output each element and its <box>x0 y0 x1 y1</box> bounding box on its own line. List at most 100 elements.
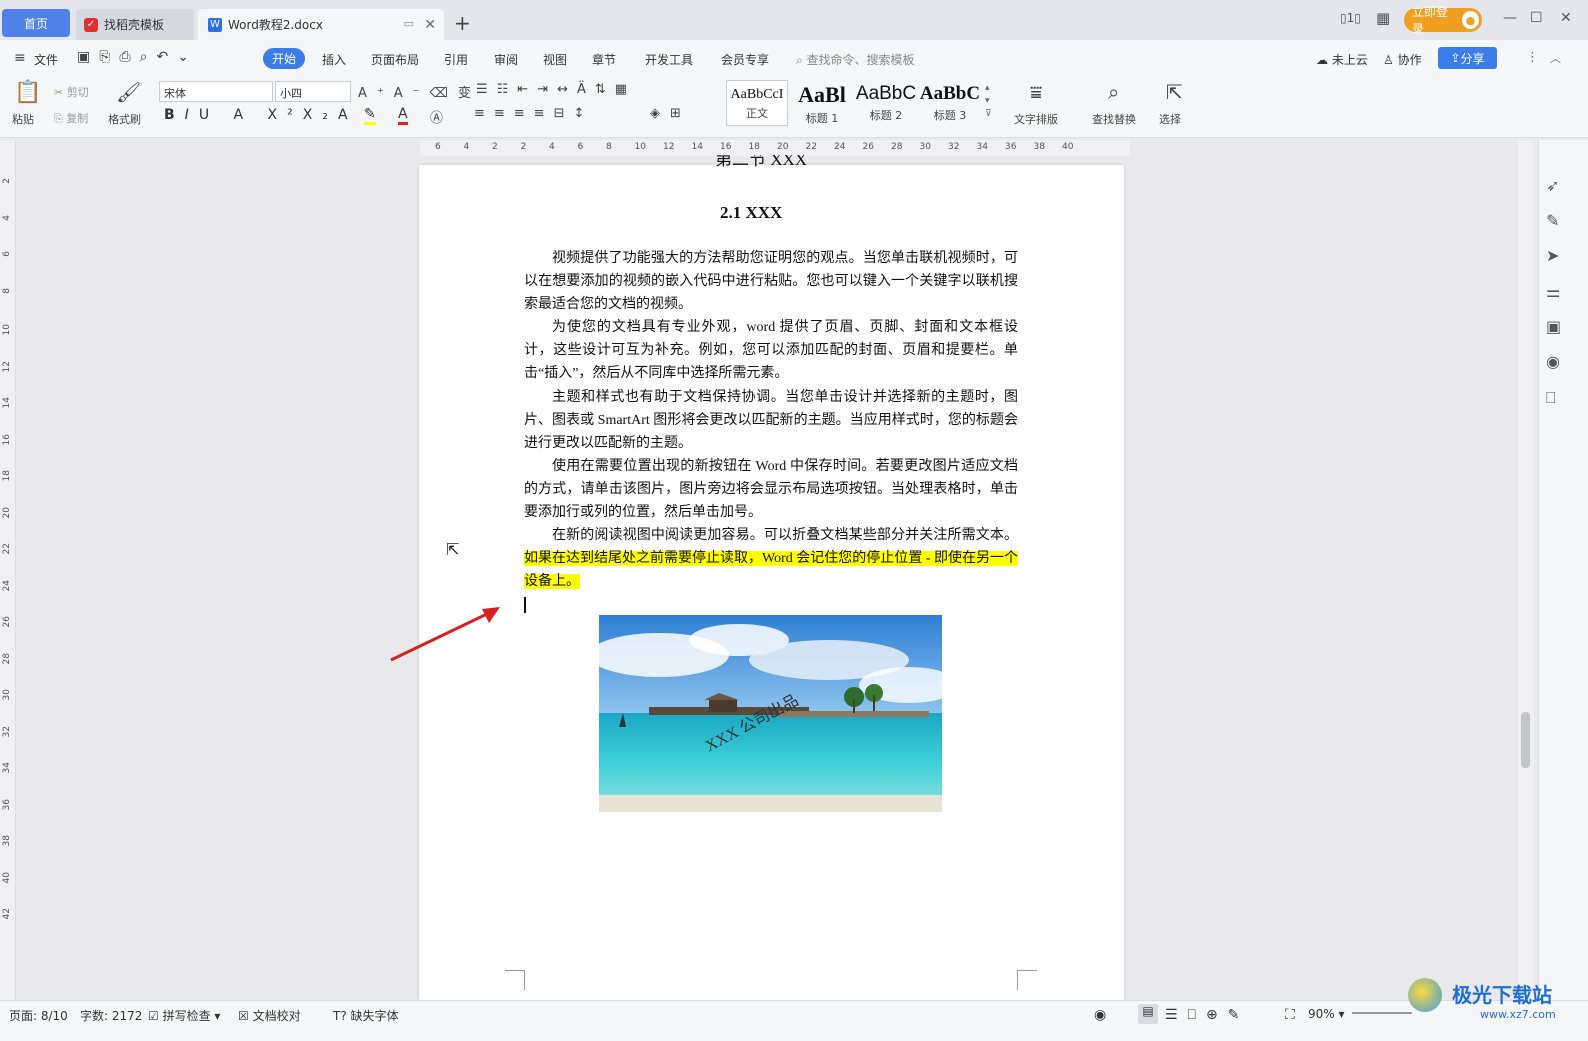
paragraph-2[interactable]: 为使您的文档具有专业外观，word 提供了页眉、页脚、封面和文本框设计，这些设计… <box>524 316 1018 385</box>
menu-review[interactable]: 审阅 <box>494 51 518 68</box>
login-button[interactable]: 立即登录 ● <box>1404 5 1482 36</box>
paragraph-1[interactable]: 视频提供了功能强大的方法帮助您证明您的观点。当您单击联机视频时，可以在想要添加的… <box>524 247 1018 316</box>
zoom-slider[interactable] <box>1352 1012 1412 1014</box>
highlight-color-icon[interactable]: ✎ <box>364 106 376 125</box>
paragraph-3[interactable]: 主题和样式也有助于文档保持协调。当您单击设计并选择新的主题时，图片、图表或 Sm… <box>524 386 1018 455</box>
minimize-icon[interactable]: — <box>1503 10 1517 26</box>
zoom-select[interactable]: 90% ▾ <box>1308 1007 1345 1021</box>
style-normal[interactable]: AaBbCcI 正文 <box>726 80 788 126</box>
new-tab-button[interactable]: + <box>454 11 471 35</box>
paragraph-4[interactable]: 使用在需要位置出现的新按钮在 Word 中保存时间。若要更改图片适应文档的方式，… <box>524 455 1018 524</box>
find-replace-label[interactable]: 查找替换 <box>1092 111 1136 127</box>
format-painter-label[interactable]: 格式刷 <box>108 111 141 127</box>
style-normal-name: 正文 <box>746 107 768 120</box>
sliders-icon[interactable]: ⚌ <box>1546 282 1560 301</box>
cursor-icon[interactable]: ➤ <box>1546 246 1559 265</box>
vertical-ruler-tick: 10 <box>2 324 12 336</box>
copy-button[interactable]: ⎘ 复制 <box>54 110 88 126</box>
shading-border-icons[interactable]: ◈⊞ <box>650 106 691 121</box>
spell-check-button[interactable]: ☑ 拼写检查 ▾ <box>148 1007 220 1024</box>
pen-icon[interactable]: ✎ <box>1546 211 1559 230</box>
menu-view[interactable]: 视图 <box>543 51 567 68</box>
alignment-icons[interactable]: ≡≡≡≡⊟↕ <box>474 106 593 121</box>
select-label[interactable]: 选择 <box>1159 111 1181 127</box>
menu-start[interactable]: 开始 <box>263 48 305 69</box>
chapter-heading-partial: 第二节 XXX <box>715 155 808 169</box>
horizontal-ruler[interactable] <box>420 140 1130 156</box>
paragraph-5[interactable]: 在新的阅读视图中阅读更加容易。可以折叠文档某些部分并关注所需文本。如果在达到结尾… <box>524 524 1018 593</box>
menu-references[interactable]: 引用 <box>444 51 468 68</box>
image-tools-icon[interactable]: ▣ <box>1546 317 1561 336</box>
scrollbar-thumb[interactable] <box>1521 712 1530 768</box>
font-size-select[interactable]: 小四 <box>275 81 351 102</box>
style-heading-2[interactable]: AaBbC 标题 2 <box>855 80 917 126</box>
compass-icon[interactable]: ◉ <box>1546 352 1560 371</box>
maximize-icon[interactable]: ☐ <box>1530 10 1543 26</box>
page-view-icon[interactable]: ▤ <box>1138 1004 1158 1024</box>
font-name-select[interactable]: 宋体 <box>159 81 273 102</box>
list-indent-icons[interactable]: ☰☷⇤⇥↔Ä⇅▦ <box>476 82 636 97</box>
read-mode-icon[interactable]: ▯1▯ <box>1340 11 1361 25</box>
menu-page-layout[interactable]: 页面布局 <box>371 51 419 68</box>
font-grow-shrink-icons[interactable]: A⁺A⁻⌫变 <box>358 82 481 101</box>
cloud-status[interactable]: ☁ 未上云 <box>1316 51 1368 68</box>
tab-home-label: 首页 <box>23 16 48 31</box>
style-heading-1[interactable]: AaBl 标题 1 <box>791 80 853 126</box>
highlighted-text[interactable]: 如果在达到结尾处之前需要停止读取，Word 会记住您的停止位置 - 即使在另一个… <box>524 551 1018 589</box>
vertical-ruler-tick: 24 <box>2 579 12 591</box>
style-heading-3[interactable]: AaBbC 标题 3 <box>919 80 981 126</box>
command-search[interactable]: ⌕ 查找命令、搜索模板 <box>796 51 915 68</box>
share-button[interactable]: ⇪ 分享 <box>1438 47 1497 69</box>
format-painter-icon[interactable]: 🖌 <box>116 80 141 104</box>
cut-button[interactable]: ✂ 剪切 <box>54 84 89 100</box>
vertical-ruler-tick: 40 <box>2 871 12 883</box>
page-count[interactable]: 页面: 8/10 <box>9 1007 68 1024</box>
paste-label[interactable]: 粘贴 <box>12 111 34 127</box>
quick-access-icons[interactable]: ▣⎘⎙⌕↶⌄ <box>77 49 198 65</box>
fit-page-icon[interactable]: ⛶ <box>1285 1007 1295 1023</box>
book-icon[interactable]: ⎕ <box>1546 388 1556 408</box>
rocket-icon[interactable]: ➶ <box>1546 176 1559 195</box>
menu-developer[interactable]: 开发工具 <box>645 51 693 68</box>
ruler-tick: 2 <box>520 142 527 152</box>
vertical-ruler[interactable] <box>0 140 16 1000</box>
select-cursor-icon[interactable]: ⇱ <box>1166 80 1183 104</box>
tab-home[interactable]: 首页 <box>2 9 70 37</box>
style-scroll-icons[interactable]: ▴ ▾ ⊽ <box>985 82 992 121</box>
tab-template[interactable]: ✓ 找稻壳模板 <box>76 9 194 40</box>
missing-font-button[interactable]: T? 缺失字体 <box>333 1007 399 1024</box>
font-color-icon[interactable]: A <box>398 106 408 125</box>
text-layout-label[interactable]: 文字排版 <box>1014 111 1058 127</box>
apps-grid-icon[interactable]: ▦ <box>1376 9 1390 27</box>
text-format-icons[interactable]: BIU A X²X₂A <box>164 107 358 123</box>
eye-protect-icon[interactable]: ◉ <box>1094 1007 1106 1023</box>
vertical-ruler-tick: 30 <box>2 689 12 701</box>
login-label: 立即登录 <box>1412 5 1449 36</box>
ruler-tick: 34 <box>976 142 988 152</box>
paste-icon[interactable]: 📋 <box>14 80 41 105</box>
proofread-label: 文档校对 <box>252 1009 301 1023</box>
close-tab-icon[interactable]: ✕ <box>424 17 436 33</box>
char-border-icon[interactable]: Ⓐ <box>430 107 443 126</box>
ruler-tick: 14 <box>691 142 703 152</box>
more-icon[interactable]: ⋮ <box>1526 50 1539 65</box>
view-mode-icons[interactable]: ☰⎕⊕✎ <box>1165 1007 1249 1023</box>
hamburger-icon[interactable]: ≡ <box>14 50 26 66</box>
menu-file[interactable]: 文件 <box>34 51 58 68</box>
menu-member[interactable]: 会员专享 <box>721 51 769 68</box>
collapse-ribbon-icon[interactable]: ︿ <box>1550 50 1561 66</box>
close-window-icon[interactable]: ✕ <box>1560 10 1572 26</box>
checkbox-icon: ☑ <box>148 1009 159 1023</box>
vertical-ruler-tick: 34 <box>2 762 12 774</box>
text-layout-icon[interactable]: ⩸ <box>1030 80 1042 104</box>
proofread-button[interactable]: ☒ 文档校对 <box>238 1007 301 1024</box>
tab-document[interactable]: W Word教程2.docx ▭ ✕ <box>198 9 444 40</box>
menu-insert[interactable]: 插入 <box>322 51 346 68</box>
vertical-scrollbar[interactable] <box>1518 140 1534 1000</box>
word-count[interactable]: 字数: 2172 <box>80 1007 142 1024</box>
menu-section[interactable]: 章节 <box>592 51 616 68</box>
find-icon[interactable]: ⌕ <box>1108 80 1119 104</box>
collab-button[interactable]: ♙ 协作 <box>1383 51 1422 68</box>
site-watermark-text: 极光下载站 <box>1452 983 1552 1007</box>
pin-icon[interactable]: ▭ <box>404 17 414 30</box>
